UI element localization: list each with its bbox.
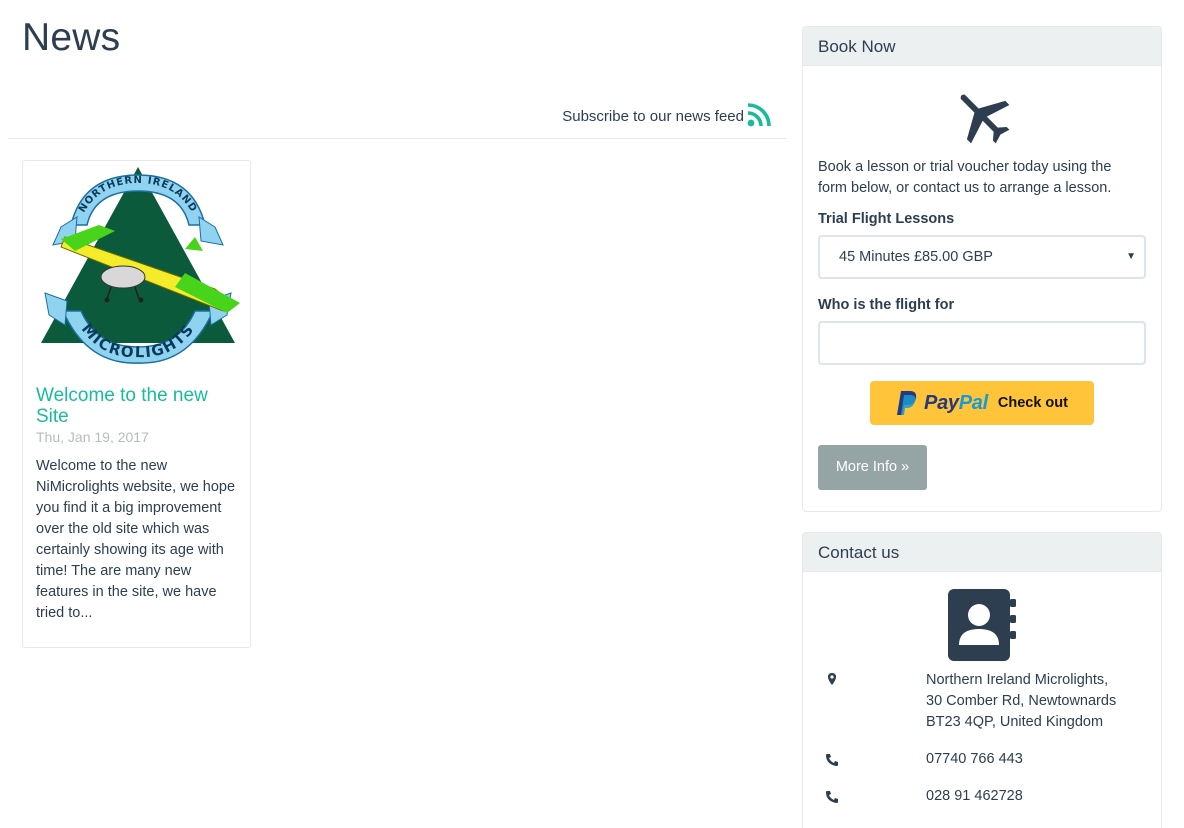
address-line-3: BT23 4QP, United Kingdom — [926, 714, 1104, 730]
book-now-heading: Book Now — [803, 27, 1161, 66]
contact-phone-2[interactable]: 028 91 462728 — [926, 786, 1023, 807]
book-intro-text: Book a lesson or trial voucher today usi… — [818, 159, 1112, 196]
news-excerpt: Welcome to the new NiMicrolights website… — [36, 458, 236, 621]
page-title: News — [22, 16, 121, 59]
contact-heading: Contact us — [803, 533, 1161, 572]
phone-icon — [826, 791, 838, 803]
recipient-label: Who is the flight for — [818, 297, 955, 313]
recipient-input[interactable] — [818, 321, 1146, 365]
lesson-select-value: 45 Minutes £85.00 GBP — [839, 249, 993, 265]
phone-icon — [826, 754, 838, 766]
address-book-icon — [948, 589, 1016, 661]
chevron-down-icon: ▼ — [1126, 251, 1136, 262]
news-card: NORTHERN IRELAND MICROLIGHTS Welcome to … — [22, 160, 251, 648]
plane-icon — [960, 94, 1010, 144]
paypal-checkout-label: Check out — [997, 395, 1068, 411]
lesson-select-label: Trial Flight Lessons — [818, 211, 955, 227]
rss-icon[interactable] — [746, 102, 772, 128]
microlights-logo[interactable]: NORTHERN IRELAND MICROLIGHTS — [35, 165, 241, 365]
contact-panel: Contact us Northern Ireland Microlights,… — [802, 532, 1162, 828]
address-line-1: Northern Ireland Microlights, — [926, 672, 1109, 688]
map-marker-icon — [828, 673, 836, 685]
subscribe-link[interactable]: Subscribe to our news feed — [562, 106, 744, 128]
contact-phone-1[interactable]: 07740 766 443 — [926, 749, 1023, 770]
news-date: Thu, Jan 19, 2017 — [36, 429, 149, 445]
paypal-wordmark: PayPal — [924, 391, 988, 414]
subscribe-feed: Subscribe to our news feed — [562, 102, 772, 128]
address-line-2: 30 Comber Rd, Newtownards — [926, 693, 1117, 709]
header-divider — [8, 138, 787, 139]
lesson-select[interactable]: 45 Minutes £85.00 GBP ▼ — [818, 235, 1146, 279]
more-info-button[interactable]: More Info » — [818, 445, 927, 490]
contact-address: Northern Ireland Microlights, 30 Comber … — [926, 670, 1116, 733]
book-now-panel: Book Now Book a lesson or trial voucher … — [802, 26, 1162, 512]
paypal-icon — [897, 391, 917, 415]
news-title-link[interactable]: Welcome to the new Site — [36, 385, 241, 427]
paypal-checkout-button[interactable]: PayPal Check out — [870, 381, 1094, 425]
